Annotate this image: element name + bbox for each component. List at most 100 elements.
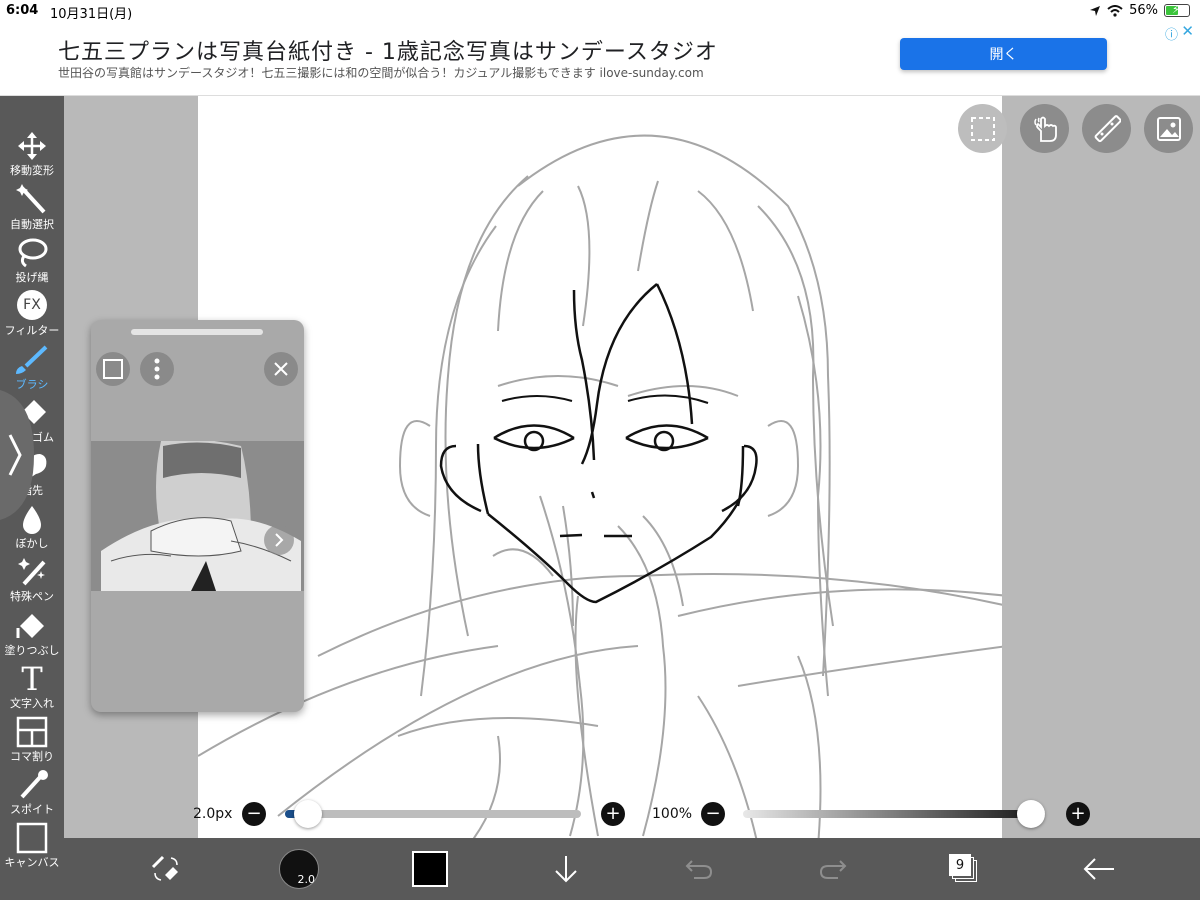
swap-tool-button[interactable] — [140, 838, 190, 900]
tool-label: 特殊ペン — [10, 590, 54, 603]
tool-label: フィルター — [4, 324, 60, 337]
color-swatch — [412, 851, 448, 887]
layers-button[interactable]: 9 — [944, 838, 984, 900]
toolbar-collapse-tab[interactable] — [0, 390, 34, 520]
tool-canvas[interactable]: キャンバス — [0, 820, 64, 873]
reference-menu-button[interactable] — [140, 352, 174, 386]
tool-label: コマ割り — [10, 750, 54, 763]
fill-icon — [16, 614, 44, 638]
magic-wand-icon — [16, 184, 46, 214]
tool-label: 自動選択 — [10, 218, 54, 231]
ad-info-icon[interactable]: ⓘ — [1165, 24, 1178, 43]
undo-icon — [685, 860, 713, 879]
tool-special-pen[interactable]: 特殊ペン — [0, 554, 64, 607]
tool-fill[interactable]: 塗りつぶし — [0, 608, 64, 661]
chevron-right-icon — [275, 533, 284, 547]
redo-icon — [819, 860, 847, 879]
undo-button[interactable] — [679, 838, 719, 900]
ad-headline[interactable]: 七五三プランは写真台紙付き - 1歳記念写真はサンデースタジオ — [58, 34, 718, 66]
layers-count: 9 — [949, 854, 971, 876]
material-button[interactable] — [1144, 104, 1193, 153]
frame-icon — [103, 359, 123, 379]
tool-lasso[interactable]: 投げ縄 — [0, 235, 64, 288]
brush-size-increase-button[interactable]: + — [601, 802, 625, 826]
brush-icon — [16, 345, 48, 374]
brush-sliders: 2.0px − + 100% − + — [180, 798, 1100, 832]
arrow-down-icon — [555, 856, 577, 883]
image-icon — [1156, 116, 1181, 141]
battery-percent: 56% — [1129, 3, 1158, 18]
clock: 6:04 — [6, 3, 39, 18]
move-icon — [18, 132, 46, 160]
tool-text[interactable]: T 文字入れ — [0, 661, 64, 714]
tool-filter[interactable]: FX フィルター — [0, 288, 64, 341]
date: 10月31日(月) — [50, 7, 133, 22]
status-right: 56% ⚡ — [1089, 3, 1190, 18]
opacity-slider[interactable] — [743, 800, 1045, 828]
chevron-right-icon — [0, 390, 34, 520]
brush-size-thumb[interactable] — [293, 800, 322, 828]
status-bar: 6:04 10月31日(月) 56% ⚡ — [0, 0, 1200, 22]
tool-label: キャンバス — [4, 856, 60, 869]
tool-brush[interactable]: ブラシ — [0, 342, 64, 395]
ruler-icon — [1094, 114, 1121, 142]
brush-size-decrease-button[interactable]: − — [242, 802, 266, 826]
tool-frame-divider[interactable]: コマ割り — [0, 714, 64, 767]
ad-open-button[interactable]: 開く — [900, 38, 1107, 70]
reference-image[interactable] — [91, 439, 304, 591]
arrow-left-icon — [1083, 858, 1114, 880]
eyedropper-icon — [20, 770, 48, 799]
opacity-increase-button[interactable]: + — [1066, 802, 1090, 826]
ad-banner[interactable]: 七五三プランは写真台紙付き - 1歳記念写真はサンデースタジオ 世田谷の写真館は… — [0, 22, 1200, 96]
opacity-label: 100% — [652, 806, 693, 822]
reference-next-button[interactable] — [264, 525, 294, 555]
bottom-toolbar: 2.0 9 — [64, 838, 1200, 900]
brush-size-button[interactable]: 2.0 — [276, 838, 322, 900]
canvas-icon — [16, 822, 48, 854]
ad-subtext[interactable]: 世田谷の写真館はサンデースタジオ！七五三撮影には和の空間が似合う！カジュアル撮影… — [58, 64, 704, 81]
ruler-button[interactable] — [1082, 104, 1131, 153]
opacity-decrease-button[interactable]: − — [701, 802, 725, 826]
reference-illustration — [91, 439, 304, 591]
lasso-icon — [18, 238, 48, 268]
gesture-button[interactable] — [1020, 104, 1069, 153]
more-vertical-icon — [154, 358, 160, 380]
back-button[interactable] — [1076, 838, 1122, 900]
tool-auto-select[interactable]: 自動選択 — [0, 182, 64, 235]
battery-icon: ⚡ — [1164, 3, 1190, 17]
selection-icon — [970, 116, 995, 141]
sketch-drawing[interactable] — [198, 96, 1002, 838]
hand-touch-icon — [1033, 116, 1057, 142]
tool-label: スポイト — [10, 803, 54, 816]
reference-close-button[interactable] — [264, 352, 298, 386]
brush-size-label: 2.0px — [193, 806, 233, 822]
selection-toggle-button[interactable] — [958, 104, 1007, 153]
layer-down-button[interactable] — [546, 838, 586, 900]
tool-move[interactable]: 移動変形 — [0, 128, 64, 181]
tool-label: ぼかし — [15, 537, 49, 550]
frame-divider-icon — [16, 716, 48, 748]
fx-icon: FX — [0, 290, 64, 322]
location-icon — [1090, 5, 1101, 16]
brush-size-slider[interactable] — [285, 800, 581, 828]
panel-drag-handle[interactable] — [131, 329, 263, 335]
drawing-canvas[interactable] — [198, 96, 1002, 838]
tool-label: 移動変形 — [10, 164, 54, 177]
brush-size-badge: 2.0 — [297, 873, 316, 886]
close-icon — [274, 362, 288, 376]
tool-label: 文字入れ — [10, 697, 54, 710]
opacity-thumb[interactable] — [1017, 800, 1045, 828]
reference-frame-button[interactable] — [96, 352, 130, 386]
tool-label: 塗りつぶし — [4, 644, 60, 657]
text-icon: T — [21, 660, 43, 698]
brush-size-badge-icon: 2.0 — [279, 849, 319, 889]
color-button[interactable] — [409, 838, 451, 900]
wifi-icon — [1107, 4, 1123, 17]
brush-eraser-swap-icon — [151, 855, 178, 881]
redo-button[interactable] — [813, 838, 853, 900]
ad-close-icon[interactable]: ✕ — [1181, 22, 1194, 40]
reference-panel[interactable] — [91, 320, 304, 712]
tool-label: 投げ縄 — [15, 271, 49, 284]
tool-eyedropper[interactable]: スポイト — [0, 767, 64, 820]
special-pen-icon — [18, 558, 46, 586]
